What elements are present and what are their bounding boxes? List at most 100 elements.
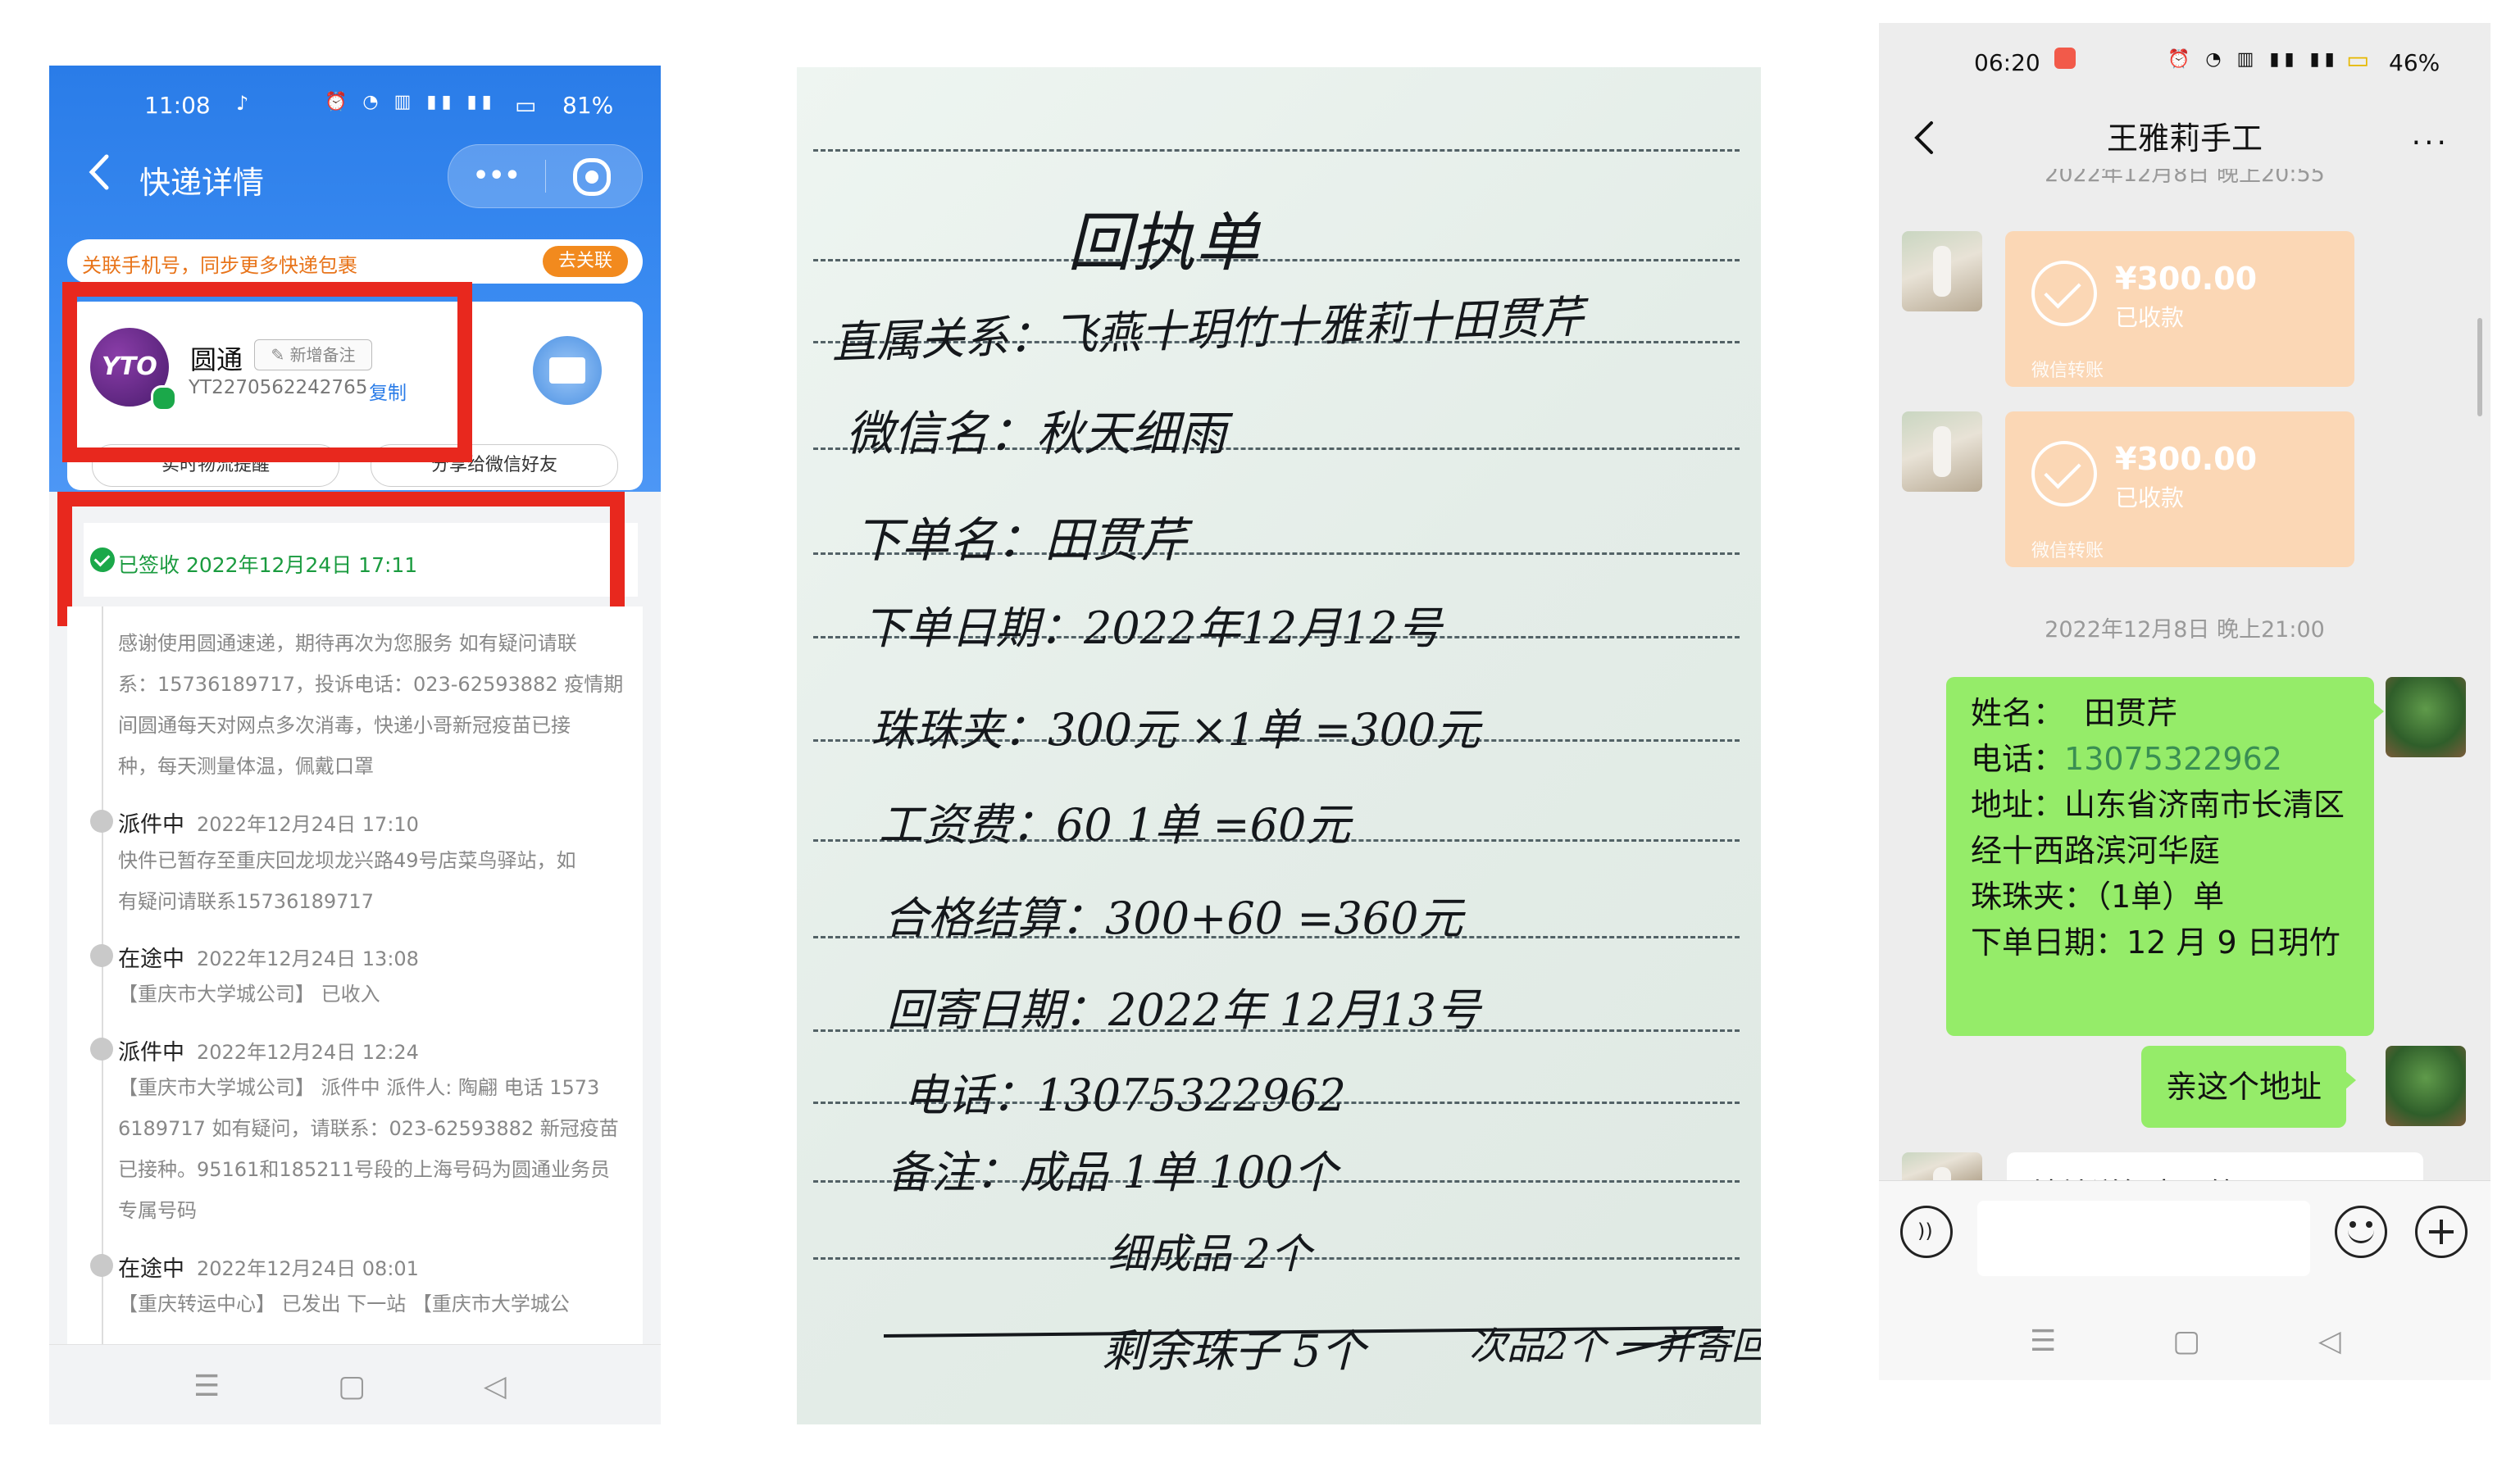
status-time: 11:08 [144,92,211,119]
status-time: 06:20 [1974,49,2040,76]
event-status: 在途中 [118,1256,184,1282]
chat-input-bar: )) [1879,1180,2490,1301]
battery-icon: ▭ [2346,46,2370,75]
handwritten-line: 备注：成品 1单 100个 [887,1147,1338,1198]
back-nav-icon[interactable]: ◁ [2318,1324,2341,1358]
transfer-bubble[interactable]: ¥300.00 已收款 微信转账 [2005,231,2354,387]
timeline-dot [90,944,113,967]
notice-text: 关联手机号，同步更多快递包裹 [82,254,357,277]
signed-detail-text: 感谢使用圆通速递，期待再次为您服务 如有疑问请联 系：15736189717，投… [118,623,623,787]
ruled-line [813,259,1740,261]
event-time: 2022年12月24日 12:24 [197,1041,419,1064]
timeline-dot [90,1038,113,1061]
capsule-divider [545,160,546,193]
address-line: 地址：山东省济南市长清区经十西路滨河华庭 [1971,787,2345,869]
status-battery: 46% [2389,49,2440,76]
transfer-amount: ¥300.00 [2115,261,2258,297]
system-nav-bar: ☰ ▢ ◁ [49,1344,661,1424]
chat-timestamp: 2022年12月8日 晚上21:00 [2045,617,2325,643]
contact-avatar[interactable] [1902,231,1982,311]
red-highlight-carrier [62,282,472,462]
message-icon[interactable] [533,336,602,405]
chat-title: 王雅莉手工 [2106,120,2263,157]
address-message-bubble[interactable]: 姓名： 田贯芹 电话：13075322962 地址：山东省济南市长清区经十西路滨… [1946,677,2384,1036]
timeline-text-line: 有疑问请联系15736189717 [118,890,374,913]
close-target-icon[interactable] [573,158,611,196]
voice-icon[interactable]: )) [1900,1206,1953,1258]
my-avatar[interactable] [2386,1046,2466,1126]
timeline-text-line: 系：15736189717，投诉电话：023-62593882 疫情期 [118,673,624,696]
ruled-line [813,149,1740,152]
phone-label: 电话： [1971,741,2065,777]
contact-avatar[interactable] [1902,411,1982,492]
handwritten-line: 下单日期：2022年12月12号 [862,602,1442,654]
event-detail: 【重庆市大学城公司】 已收入 [118,974,380,1015]
back-arrow-icon[interactable] [82,152,118,193]
partial-timestamp-clip: 2022年12月8日 晚上20:55 [1879,169,2490,189]
signal-icons: ⏰ ◔ ▥ ▮▮ ▮▮ [2167,49,2340,70]
back-nav-icon[interactable]: ◁ [484,1370,507,1403]
timeline-text-line: 已接种。95161和185211号段的上海号码为圆通业务员 [118,1158,610,1181]
timeline-text-line: 感谢使用圆通速递，期待再次为您服务 如有疑问请联 [118,632,577,655]
handwritten-line: 合格结算：300+60 =360元 [884,893,1463,944]
event-status: 派件中 [118,1040,184,1065]
message-line: 姓名： 田贯芹 [1971,690,2361,736]
contact-avatar[interactable] [1902,1152,1982,1218]
received-check-icon [2031,261,2097,326]
event-status: 派件中 [118,812,184,838]
timeline-dot [90,810,113,833]
more-options-icon[interactable]: ··· [2412,126,2449,160]
handwritten-receipt-photo: 回执单 直属关系：飞燕十玥竹十雅莉十田贯芹 微信名：秋天细雨 下单名：田贯芹 下… [797,67,1761,1424]
scrollbar[interactable] [2477,318,2482,416]
signal-icons: ⏰ ◔ ▥ ▮▮ ▮▮ [325,92,497,112]
timeline-text-line: 【重庆市大学城公司】 派件中 派件人: 陶翩 电话 1573 [118,1076,600,1099]
home-nav-icon[interactable]: ▢ [338,1370,366,1403]
name-label: 姓名： [1971,695,2065,731]
my-avatar[interactable] [2386,677,2466,757]
handwritten-line: 工资费：60 1单 =60元 [879,799,1351,851]
menu-nav-icon[interactable]: ☰ [2030,1324,2056,1358]
phone-link[interactable]: 13075322962 [2064,741,2282,777]
handwritten-line: 电话：13075322962 [903,1070,1346,1121]
transfer-bubble[interactable]: ¥300.00 已收款 微信转账 [2005,411,2354,567]
emoji-icon[interactable] [2335,1206,2387,1258]
link-phone-notice: 关联手机号，同步更多快递包裹 去关联 [67,239,643,284]
handwritten-line: 剩余珠子 5个 [1102,1325,1366,1377]
transfer-status: 已收款 [2115,304,2185,331]
tiktok-icon: ♪ [236,92,249,115]
timeline-dot [90,1254,113,1277]
handwritten-line: 回寄日期：2022年 12月13号 [887,984,1481,1036]
transfer-footer: 微信转账 [2031,361,2104,381]
handwritten-line: 下单名：田贯芹 [854,512,1188,568]
clip-line: 珠珠夹：（1单）单 [1971,879,2225,915]
status-battery: 81% [562,92,614,119]
handwritten-line: 直属关系：飞燕十玥竹十雅莉十田贯芹 [830,290,1585,369]
timeline-text-line: 专属号码 [118,1199,197,1222]
express-detail-screen: 11:08 ♪ ⏰ ◔ ▥ ▮▮ ▮▮ ▭ 81% 快递详情 ••• 关联手机号… [49,66,661,1424]
event-detail: 【重庆转运中心】 已发出 下一站 【重庆市大学城公 [118,1283,570,1324]
plus-icon[interactable] [2415,1206,2468,1258]
more-dots-icon[interactable]: ••• [473,161,521,190]
handwritten-line: 珠珠夹：300元 ×1单 =300元 [871,704,1481,756]
event-detail: 快件已暂存至重庆回龙坝龙兴路49号店菜鸟驿站，如 有疑问请联系157361897… [118,840,576,922]
event-status: 在途中 [118,947,184,972]
link-phone-button[interactable]: 去关联 [543,246,628,277]
battery-icon: ▭ [515,92,537,119]
event-detail: 【重庆市大学城公司】 派件中 派件人: 陶翩 电话 1573 6189717 如… [118,1067,619,1231]
event-time: 2022年12月24日 17:10 [197,813,419,836]
transfer-footer: 微信转账 [2031,541,2104,561]
handwritten-line: 微信名：秋天细雨 [846,406,1227,461]
date-line: 下单日期：12 月 9 日玥竹 [1971,924,2340,961]
message-input[interactable] [1977,1201,2310,1276]
home-nav-icon[interactable]: ▢ [2172,1324,2200,1358]
confirm-message-bubble[interactable]: 亲这个地址 [2141,1046,2357,1128]
page-title: 快递详情 [139,165,265,201]
name-value: 田贯芹 [2084,695,2178,731]
received-check-icon [2031,441,2097,507]
menu-nav-icon[interactable]: ☰ [193,1370,220,1403]
timeline-text-line: 6189717 如有疑问，请联系：023-62593882 新冠疫苗 [118,1117,619,1140]
receipt-title: 回执单 [1067,207,1260,280]
app-notification-icon [2054,48,2076,69]
timeline-text-line: 【重庆转运中心】 已发出 下一站 【重庆市大学城公 [118,1292,570,1315]
event-time: 2022年12月24日 13:08 [197,947,419,970]
